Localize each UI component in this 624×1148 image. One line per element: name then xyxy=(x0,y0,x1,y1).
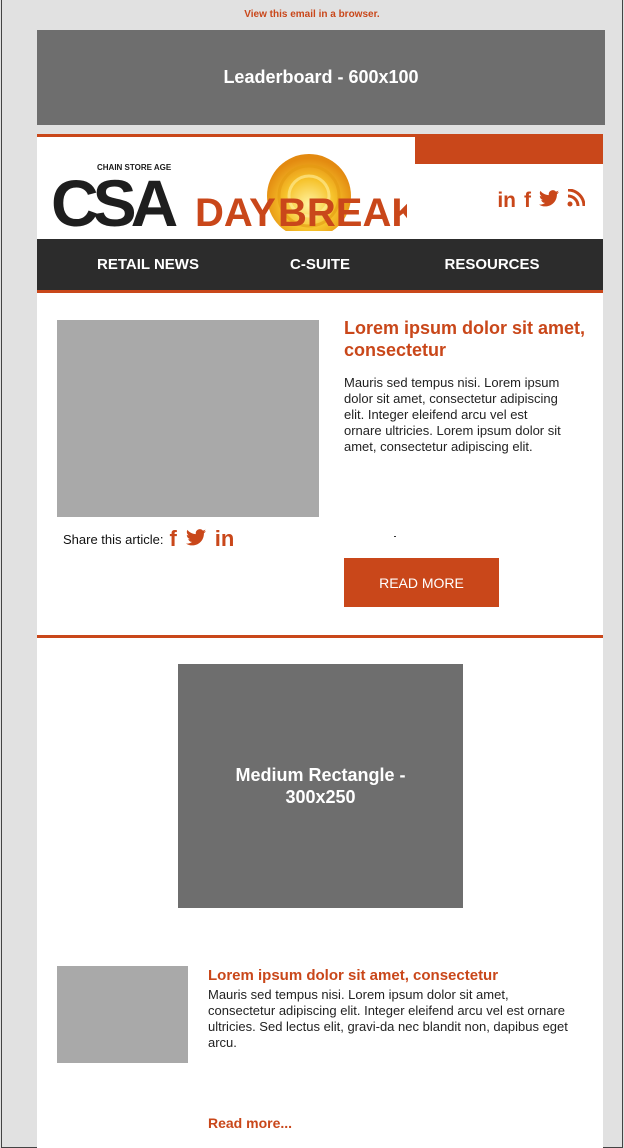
read-more-button[interactable]: READ MORE xyxy=(344,558,499,607)
medium-rectangle-label-line2: 300x250 xyxy=(285,787,356,807)
header-social-links: in f xyxy=(497,188,586,213)
logo-breaker: BREAKER xyxy=(278,191,407,231)
share-facebook-icon[interactable]: f xyxy=(169,526,176,552)
secondary-article-body: Mauris sed tempus nisi. Lorem ipsum dolo… xyxy=(208,987,568,1050)
nav-retail-news[interactable]: RETAIL NEWS xyxy=(37,256,259,273)
medium-rectangle-ad[interactable]: Medium Rectangle - 300x250 xyxy=(178,664,463,908)
facebook-icon[interactable]: f xyxy=(524,189,531,213)
leaderboard-ad[interactable]: Leaderboard - 600x100 xyxy=(37,30,605,125)
secondary-article-image[interactable] xyxy=(57,966,188,1063)
header-accent-bar xyxy=(415,137,603,164)
share-label: Share this article: xyxy=(63,531,164,547)
featured-article-body: Mauris sed tempus nisi. Lorem ipsum dolo… xyxy=(344,375,561,454)
secondary-article-title[interactable]: Lorem ipsum dolor sit amet, consectetur xyxy=(208,967,588,985)
twitter-icon[interactable] xyxy=(539,189,559,213)
csa-daybreaker-logo[interactable]: CHAIN STORE AGE CSA DAY BREAKER xyxy=(47,146,407,231)
secondary-read-more-link[interactable]: Read more... xyxy=(208,1115,292,1131)
share-bar: Share this article: f in xyxy=(63,526,234,552)
share-twitter-icon[interactable] xyxy=(185,526,206,552)
medium-rectangle-label-line1: Medium Rectangle - xyxy=(235,765,406,785)
nav-c-suite[interactable]: C-SUITE xyxy=(259,256,381,273)
rss-icon[interactable] xyxy=(567,188,586,213)
logo-day: DAY xyxy=(195,191,276,231)
logo-csa: CSA xyxy=(51,166,177,231)
leaderboard-ad-label: Leaderboard - 600x100 xyxy=(223,67,419,87)
linkedin-icon[interactable]: in xyxy=(497,189,516,213)
view-in-browser-link[interactable]: View this email in a browser. xyxy=(0,9,624,20)
email-content: CHAIN STORE AGE CSA DAY BREAKER in f RET… xyxy=(37,134,603,1148)
nav-resources[interactable]: RESOURCES xyxy=(381,256,603,273)
share-linkedin-icon[interactable]: in xyxy=(215,526,235,552)
divider-middle xyxy=(37,635,603,638)
featured-article-title[interactable]: Lorem ipsum dolor sit amet, consectetur xyxy=(344,317,594,361)
separator-dash xyxy=(394,536,396,537)
main-nav: RETAIL NEWS C-SUITE RESOURCES xyxy=(37,239,603,293)
featured-article-image[interactable] xyxy=(57,320,319,517)
